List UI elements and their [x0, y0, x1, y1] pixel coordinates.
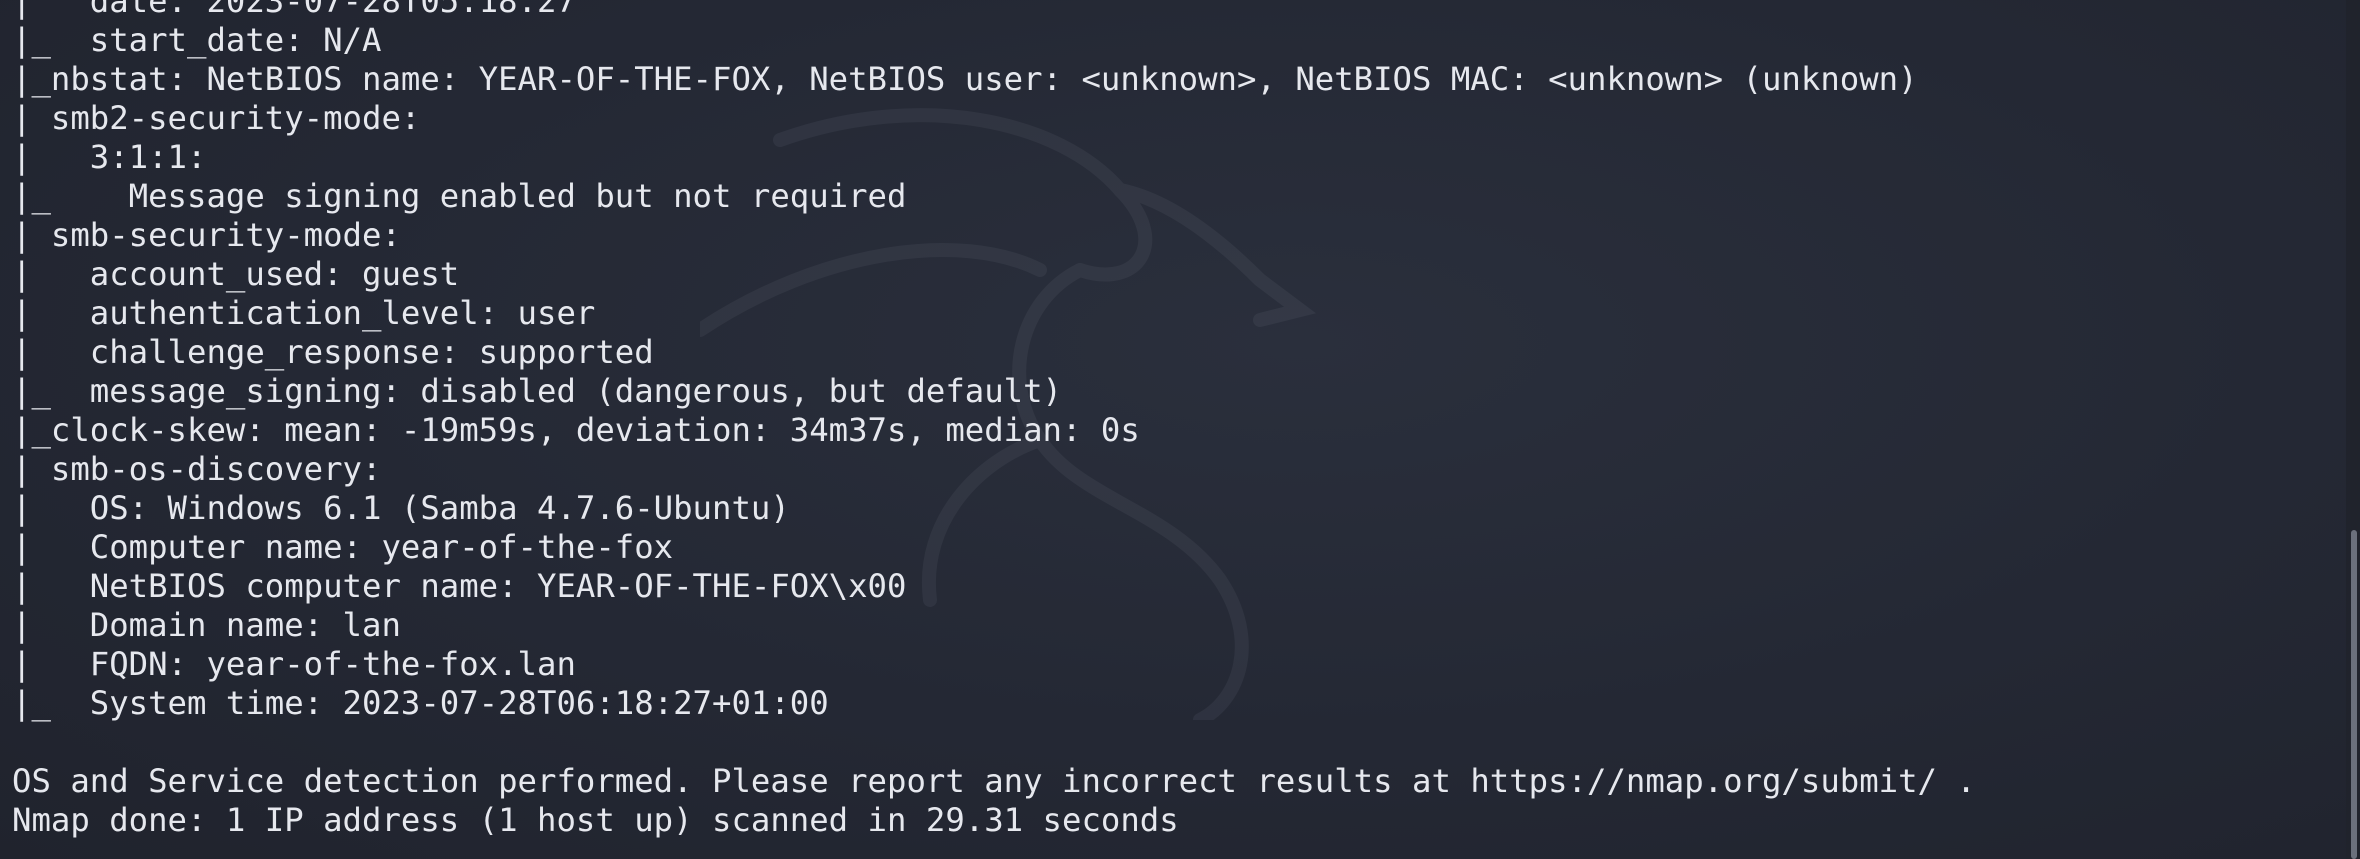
terminal-line: OS and Service detection performed. Plea…: [12, 762, 1976, 800]
terminal-output[interactable]: | date: 2023-07-28T05:18:27 |_ start_date…: [12, 0, 2300, 840]
terminal-window[interactable]: | date: 2023-07-28T05:18:27 |_ start_date…: [0, 0, 2360, 859]
terminal-line: | NetBIOS computer name: YEAR-OF-THE-FOX…: [12, 567, 907, 605]
terminal-line: |_ message_signing: disabled (dangerous,…: [12, 372, 1062, 410]
terminal-line: | challenge_response: supported: [12, 333, 654, 371]
terminal-line: | date: 2023-07-28T05:18:27: [12, 0, 576, 20]
terminal-line: | smb-security-mode:: [12, 216, 401, 254]
terminal-line: |_ Message signing enabled but not requi…: [12, 177, 907, 215]
terminal-line: | Computer name: year-of-the-fox: [12, 528, 674, 566]
terminal-line: | FQDN: year-of-the-fox.lan: [12, 645, 576, 683]
terminal-line: |_nbstat: NetBIOS name: YEAR-OF-THE-FOX,…: [12, 60, 1918, 98]
terminal-line: Nmap done: 1 IP address (1 host up) scan…: [12, 801, 1179, 839]
scrollbar[interactable]: [2346, 0, 2360, 859]
terminal-line: | smb-os-discovery:: [12, 450, 382, 488]
terminal-line: |_ start_date: N/A: [12, 21, 382, 59]
terminal-line: | 3:1:1:: [12, 138, 207, 176]
terminal-line: | authentication_level: user: [12, 294, 596, 332]
terminal-line: |_clock-skew: mean: -19m59s, deviation: …: [12, 411, 1140, 449]
terminal-line: | OS: Windows 6.1 (Samba 4.7.6-Ubuntu): [12, 489, 790, 527]
terminal-line: | Domain name: lan: [12, 606, 401, 644]
terminal-line: | smb2-security-mode:: [12, 99, 421, 137]
terminal-line: | account_used: guest: [12, 255, 460, 293]
terminal-line: |_ System time: 2023-07-28T06:18:27+01:0…: [12, 684, 829, 722]
scrollbar-thumb[interactable]: [2351, 530, 2357, 859]
